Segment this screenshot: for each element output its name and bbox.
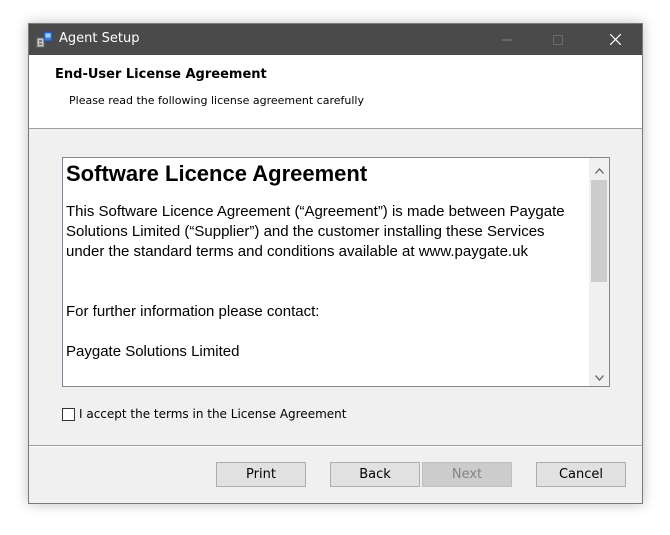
chevron-up-icon <box>594 159 604 178</box>
setup-icon <box>36 31 53 48</box>
header-subtitle: Please read the following license agreem… <box>69 94 364 107</box>
accept-label[interactable]: I accept the terms in the License Agreem… <box>79 407 346 421</box>
license-company-line: Paygate Solutions Limited <box>66 343 240 360</box>
license-paragraph: This Software Licence Agreement (“Agreem… <box>66 203 565 260</box>
print-button[interactable]: Print <box>216 462 306 487</box>
scroll-down-button[interactable] <box>589 367 609 384</box>
close-button[interactable] <box>592 24 638 55</box>
cancel-button[interactable]: Cancel <box>536 462 626 487</box>
maximize-button[interactable] <box>535 24 581 55</box>
maximize-icon <box>553 30 563 49</box>
setup-dialog: Agent Setup End-User License Agreement P… <box>28 23 643 504</box>
license-content: Software Licence Agreement This Software… <box>66 160 586 362</box>
header-title: End-User License Agreement <box>55 67 267 82</box>
license-text-box[interactable]: Software Licence Agreement This Software… <box>62 157 610 387</box>
back-button[interactable]: Back <box>330 462 420 487</box>
minimize-button[interactable] <box>484 24 530 55</box>
license-heading: Software Licence Agreement <box>66 161 368 186</box>
minimize-icon <box>502 30 512 49</box>
next-button[interactable]: Next <box>422 462 512 487</box>
scroll-up-button[interactable] <box>589 160 609 177</box>
accept-terms-row[interactable]: I accept the terms in the License Agreem… <box>62 407 346 421</box>
accept-checkbox[interactable] <box>62 407 75 421</box>
window-title: Agent Setup <box>59 31 140 46</box>
dialog-header: End-User License Agreement Please read t… <box>29 55 642 129</box>
scrollbar-thumb[interactable] <box>591 180 607 282</box>
license-contact-line: For further information please contact: <box>66 303 320 320</box>
license-scrollbar[interactable] <box>589 158 609 386</box>
title-bar[interactable]: Agent Setup <box>29 24 642 55</box>
footer-separator <box>29 445 642 447</box>
close-icon <box>609 30 621 49</box>
chevron-down-icon <box>594 366 604 385</box>
